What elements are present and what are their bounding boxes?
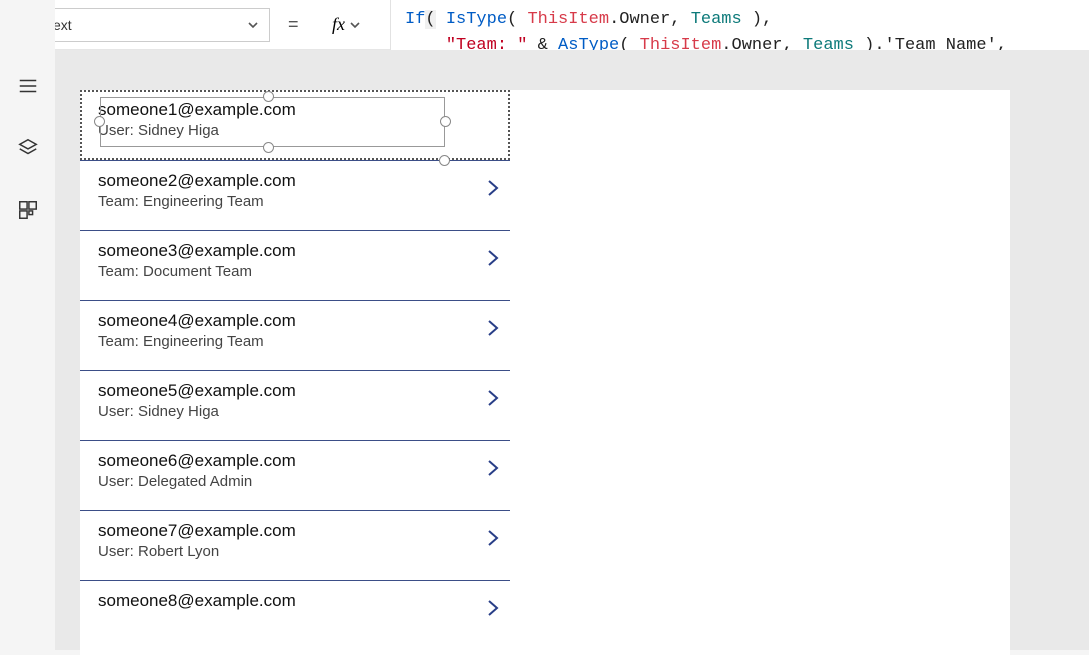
- gallery[interactable]: someone1@example.comUser: Sidney Higasom…: [80, 90, 510, 655]
- list-item-title: someone6@example.com: [98, 451, 296, 471]
- list-item-subtitle: User: Delegated Admin: [98, 473, 296, 490]
- chevron-right-icon[interactable]: [484, 389, 502, 412]
- formula-token: [436, 10, 446, 29]
- list-item-text: someone2@example.com Team: Engineering Te…: [98, 171, 296, 210]
- chevron-right-icon[interactable]: [484, 179, 502, 202]
- list-item[interactable]: someone2@example.com Team: Engineering Te…: [80, 160, 510, 230]
- canvas[interactable]: someone1@example.comUser: Sidney Higasom…: [55, 50, 1089, 650]
- list-item-title: someone7@example.com: [98, 521, 296, 541]
- formula-token: (: [507, 10, 527, 29]
- formula-token: (: [425, 10, 435, 29]
- resize-handle[interactable]: [263, 91, 274, 102]
- formula-token: ),: [742, 10, 773, 29]
- chevron-right-icon[interactable]: [484, 249, 502, 272]
- list-item-text: someone6@example.com User: Delegated Admi…: [98, 451, 296, 490]
- insert-icon[interactable]: [17, 199, 39, 221]
- formula-token: IsType: [446, 10, 507, 29]
- chevron-right-icon[interactable]: [484, 529, 502, 552]
- list-item-title: someone8@example.com: [98, 591, 296, 611]
- list-item-text: someone5@example.com User: Sidney Higa: [98, 381, 296, 420]
- list-item-title: someone5@example.com: [98, 381, 296, 401]
- chevron-right-icon[interactable]: [484, 319, 502, 342]
- list-item-subtitle: Team: Document Team: [98, 263, 296, 280]
- formula-token: ThisItem: [527, 10, 609, 29]
- list-item[interactable]: someone4@example.com Team: Engineering Te…: [80, 300, 510, 370]
- chevron-down-icon: [349, 19, 361, 31]
- fx-label: fx: [332, 14, 345, 35]
- list-item-text: someone4@example.com Team: Engineering Te…: [98, 311, 296, 350]
- resize-handle[interactable]: [94, 116, 105, 127]
- left-rail: [0, 0, 55, 650]
- list-item-text: someone3@example.com Team: Document Team: [98, 241, 296, 280]
- list-item[interactable]: someone3@example.com Team: Document Team: [80, 230, 510, 300]
- app-screen: someone1@example.comUser: Sidney Higasom…: [80, 90, 1010, 655]
- list-item[interactable]: someone8@example.com: [80, 580, 510, 650]
- list-item-title: someone4@example.com: [98, 311, 296, 331]
- list-item-text: someone1@example.com User: Sidney Higa: [98, 100, 296, 139]
- list-item[interactable]: someone5@example.com User: Sidney Higa: [80, 370, 510, 440]
- chevron-right-icon[interactable]: [484, 459, 502, 482]
- hamburger-icon[interactable]: [17, 75, 39, 97]
- list-item-text: someone7@example.com User: Robert Lyon: [98, 521, 296, 560]
- list-item-subtitle: User: Sidney Higa: [98, 403, 296, 420]
- layers-icon[interactable]: [17, 137, 39, 159]
- resize-handle[interactable]: [439, 155, 450, 166]
- list-item-subtitle: User: Robert Lyon: [98, 543, 296, 560]
- formula-token: .Owner,: [609, 10, 691, 29]
- chevron-right-icon[interactable]: [484, 599, 502, 622]
- resize-handle[interactable]: [440, 116, 451, 127]
- chevron-down-icon: [247, 19, 259, 31]
- equals-sign: =: [284, 14, 303, 35]
- property-selector[interactable]: Text: [35, 8, 270, 42]
- list-item[interactable]: someone7@example.com User: Robert Lyon: [80, 510, 510, 580]
- resize-handle[interactable]: [263, 142, 274, 153]
- formula-token: Teams: [691, 10, 742, 29]
- list-item-title: someone3@example.com: [98, 241, 296, 261]
- list-item[interactable]: someone6@example.com User: Delegated Admi…: [80, 440, 510, 510]
- list-item-subtitle: User: Sidney Higa: [98, 122, 296, 139]
- list-item-title: someone1@example.com: [98, 100, 296, 120]
- list-item-text: someone8@example.com: [98, 591, 296, 613]
- list-item-subtitle: Team: Engineering Team: [98, 193, 296, 210]
- formula-token: If: [405, 10, 425, 29]
- fx-button[interactable]: fx: [317, 8, 377, 42]
- list-item-title: someone2@example.com: [98, 171, 296, 191]
- list-item-subtitle: Team: Engineering Team: [98, 333, 296, 350]
